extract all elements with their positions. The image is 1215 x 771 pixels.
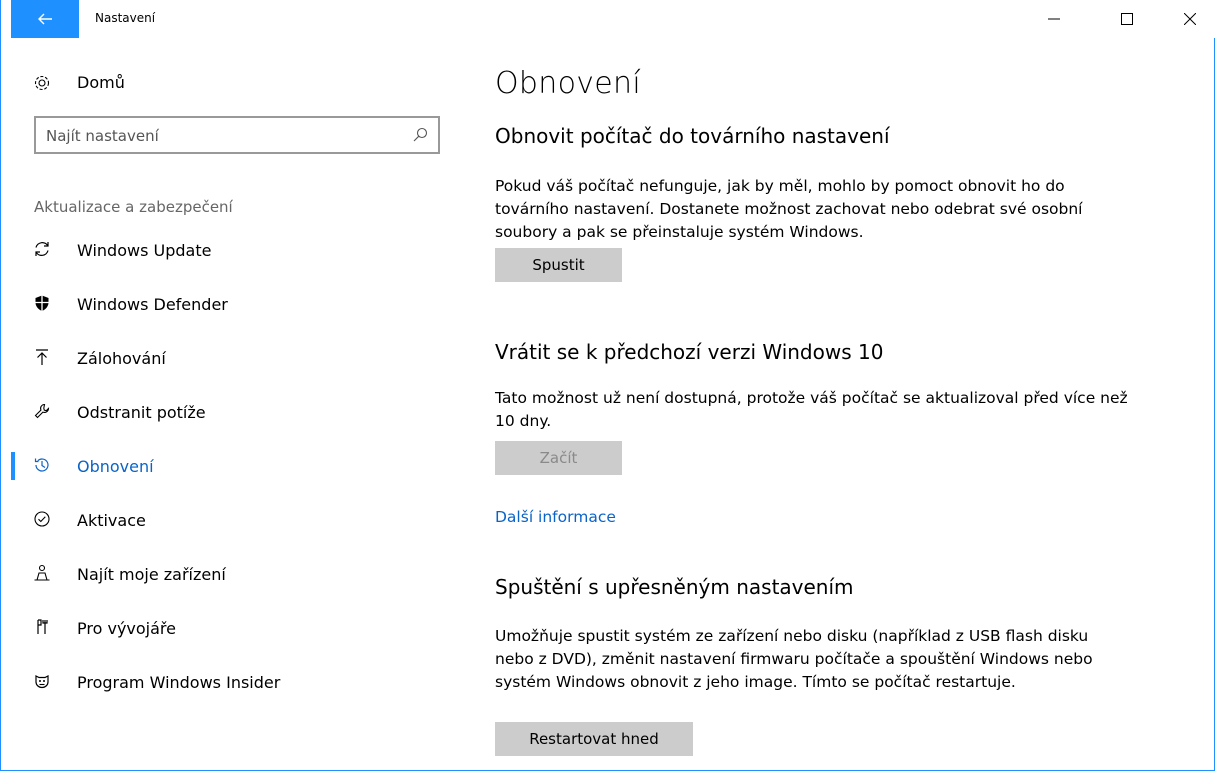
rollback-heading: Vrátit se k předchozí verzi Windows 10 xyxy=(495,340,884,364)
shield-icon xyxy=(33,294,51,312)
advanced-description: Umožňuje spustit systém ze zařízení nebo… xyxy=(495,627,1093,691)
advanced-heading: Spuštění s upřesněným nastavením xyxy=(495,575,854,599)
page-title: Obnovení xyxy=(495,66,641,101)
insider-icon xyxy=(33,672,51,690)
reset-description: Pokud váš počítač nefunguje, jak by měl,… xyxy=(495,177,1083,241)
back-button[interactable] xyxy=(11,0,79,38)
sidebar-item-windows-update[interactable]: Windows Update xyxy=(1,223,471,277)
history-icon xyxy=(33,456,51,474)
home-link[interactable]: Domů xyxy=(33,73,125,92)
sidebar-item-troubleshoot[interactable]: Odstranit potíže xyxy=(1,385,471,439)
sidebar-item-label: Zálohování xyxy=(77,348,166,368)
sidebar-item-label: Odstranit potíže xyxy=(77,402,206,422)
sidebar-item-backup[interactable]: Zálohování xyxy=(1,331,471,385)
sidebar-item-find-my-device[interactable]: Najít moje zařízení xyxy=(1,547,471,601)
back-arrow-icon xyxy=(38,13,52,25)
maximize-button[interactable] xyxy=(1104,0,1150,38)
close-button[interactable] xyxy=(1167,0,1213,38)
sidebar-item-developers[interactable]: Pro vývojáře xyxy=(1,601,471,655)
sidebar-item-label: Najít moje zařízení xyxy=(77,564,226,584)
more-info-link[interactable]: Další informace xyxy=(495,508,616,526)
sidebar-item-label: Aktivace xyxy=(77,510,146,530)
rollback-start-button[interactable]: Začít xyxy=(495,441,622,475)
section-header: Aktualizace a zabezpečení xyxy=(34,198,233,216)
developer-tools-icon xyxy=(33,618,51,636)
nav-list: Windows Update Windows Defender Zálohová… xyxy=(1,223,471,709)
check-circle-icon xyxy=(33,510,51,528)
settings-window: Nastavení Domů Aktualizace a zabezpečení xyxy=(0,0,1215,771)
reset-heading: Obnovit počítač do továrního nastavení xyxy=(495,124,890,148)
sidebar: Domů Aktualizace a zabezpečení Windows U… xyxy=(1,38,471,771)
upload-icon xyxy=(33,348,51,366)
home-label: Domů xyxy=(77,73,125,92)
sidebar-item-label: Pro vývojáře xyxy=(77,618,176,638)
sidebar-item-label: Obnovení xyxy=(77,456,154,476)
sidebar-item-label: Windows Defender xyxy=(77,294,228,314)
rollback-description: Tato možnost už není dostupná, protože v… xyxy=(495,389,1128,430)
reset-start-button[interactable]: Spustit xyxy=(495,248,622,282)
close-icon xyxy=(1184,13,1196,25)
restart-now-button[interactable]: Restartovat hned xyxy=(495,722,693,756)
gear-icon xyxy=(33,74,51,92)
sync-icon xyxy=(33,240,51,258)
minimize-button[interactable] xyxy=(1031,0,1077,38)
sidebar-item-label: Windows Update xyxy=(77,240,212,260)
sidebar-item-label: Program Windows Insider xyxy=(77,672,281,692)
window-title: Nastavení xyxy=(95,11,156,25)
wrench-icon xyxy=(33,402,51,420)
sidebar-item-insider[interactable]: Program Windows Insider xyxy=(1,655,471,709)
search-icon[interactable] xyxy=(412,127,428,143)
title-bar: Nastavení xyxy=(1,0,1215,38)
maximize-icon xyxy=(1121,13,1133,25)
search-box[interactable] xyxy=(34,116,440,154)
sidebar-item-activation[interactable]: Aktivace xyxy=(1,493,471,547)
sidebar-item-recovery[interactable]: Obnovení xyxy=(1,439,471,493)
search-input[interactable] xyxy=(44,125,408,147)
person-locate-icon xyxy=(33,564,51,582)
sidebar-item-windows-defender[interactable]: Windows Defender xyxy=(1,277,471,331)
minimize-icon xyxy=(1048,18,1060,20)
